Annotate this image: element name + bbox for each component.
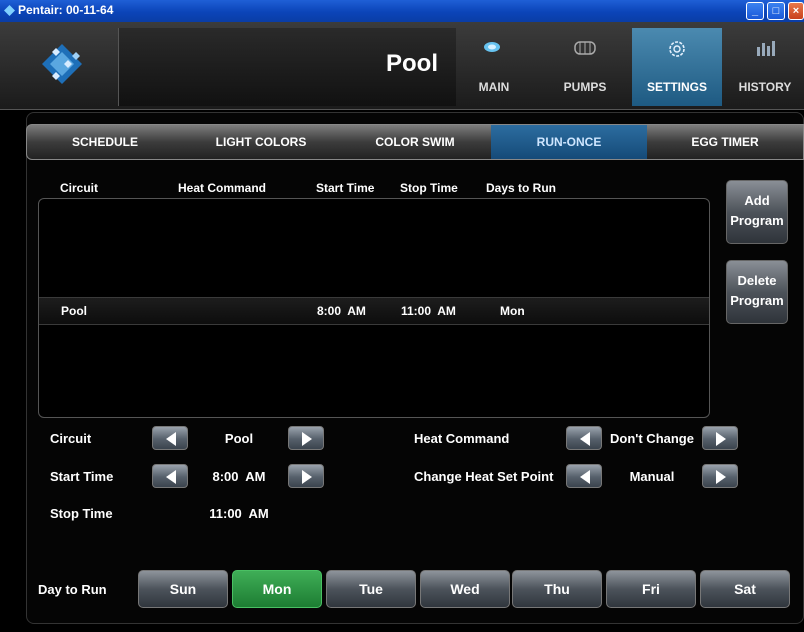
day-button-tue[interactable]: Tue (326, 570, 416, 608)
circuit-label: Circuit (50, 431, 92, 446)
nav-settings-label: SETTINGS (646, 80, 707, 94)
nav-main[interactable]: MAIN (456, 28, 532, 106)
pentair-logo (10, 28, 116, 106)
close-button[interactable]: × (788, 2, 804, 20)
minimize-icon: _ (751, 5, 759, 17)
heat-setpoint-value: Manual (629, 469, 675, 484)
window-title: Pentair: 00-11-64 (18, 3, 114, 17)
arrow-right-icon (302, 432, 312, 446)
maximize-button[interactable]: □ (767, 2, 785, 20)
tab-light-colors[interactable]: LIGHT COLORS (183, 125, 339, 159)
day-button-wed[interactable]: Wed (420, 570, 510, 608)
column-header-stop-time: Stop Time (400, 181, 458, 195)
heat-command-value: Don't Change (610, 431, 694, 446)
app-header: Pool MAIN PUMPS SETTINGS HISTORY (0, 22, 804, 110)
bar-chart-icon (757, 41, 775, 56)
arrow-left-icon (580, 470, 590, 484)
heat-setpoint-label: Change Heat Set Point (414, 469, 554, 484)
row-stop-time: 11:00 AM (401, 304, 456, 318)
tab-run-once[interactable]: RUN-ONCE (491, 125, 647, 159)
start-time-value: 8:00 AM (212, 469, 266, 484)
arrow-left-icon (166, 470, 176, 484)
circuit-value: Pool (224, 431, 254, 446)
heat-command-prev-button[interactable] (566, 426, 602, 450)
arrow-left-icon (580, 432, 590, 446)
delete-program-label-1: Delete (737, 273, 777, 288)
program-list[interactable]: Pool 8:00 AM 11:00 AM Mon (38, 198, 710, 418)
page-title: Pool (386, 50, 438, 77)
nav-history-label: HISTORY (738, 80, 792, 94)
day-to-run-label: Day to Run (38, 582, 107, 597)
arrow-right-icon (716, 432, 726, 446)
add-program-label-2: Program (730, 213, 784, 228)
row-start-time: 8:00 AM (317, 304, 366, 318)
table-row[interactable]: Pool 8:00 AM 11:00 AM Mon (39, 297, 709, 325)
add-program-button[interactable]: Add Program (726, 180, 788, 244)
close-icon: × (792, 5, 800, 17)
gear-icon (669, 41, 685, 57)
nav-main-label: MAIN (478, 80, 510, 94)
nav-pumps-label: PUMPS (563, 80, 607, 94)
page-title-area: Pool (118, 28, 456, 106)
start-time-prev-button[interactable] (152, 464, 188, 488)
add-program-label-1: Add (744, 193, 770, 208)
delete-program-button[interactable]: Delete Program (726, 260, 788, 324)
heat-command-next-button[interactable] (702, 426, 738, 450)
arrow-right-icon (302, 470, 312, 484)
arrow-right-icon (716, 470, 726, 484)
day-button-sun[interactable]: Sun (138, 570, 228, 608)
tab-egg-timer[interactable]: EGG TIMER (647, 125, 803, 159)
start-time-label: Start Time (50, 469, 114, 484)
window-titlebar: Pentair: 00-11-64 _ □ × (0, 0, 804, 22)
delete-program-label-2: Program (730, 293, 784, 308)
minimize-button[interactable]: _ (746, 2, 764, 20)
settings-tabs: SCHEDULE LIGHT COLORS COLOR SWIM RUN-ONC… (26, 124, 804, 160)
column-header-heat-command: Heat Command (178, 181, 267, 195)
nav-settings[interactable]: SETTINGS (632, 28, 722, 106)
circuit-next-button[interactable] (288, 426, 324, 450)
logo-icon (42, 44, 82, 84)
stop-time-value: 11:00 AM (209, 506, 269, 521)
day-button-fri[interactable]: Fri (606, 570, 696, 608)
heat-setpoint-next-button[interactable] (702, 464, 738, 488)
day-button-thu[interactable]: Thu (512, 570, 602, 608)
pump-icon (574, 41, 596, 55)
start-time-next-button[interactable] (288, 464, 324, 488)
tab-color-swim[interactable]: COLOR SWIM (339, 125, 491, 159)
pool-icon (484, 42, 500, 52)
maximize-icon: □ (772, 5, 780, 17)
column-header-start-time: Start Time (316, 181, 375, 195)
stop-time-label: Stop Time (50, 506, 113, 521)
heat-setpoint-prev-button[interactable] (566, 464, 602, 488)
column-header-circuit: Circuit (60, 181, 99, 195)
row-circuit: Pool (61, 304, 87, 318)
day-button-mon[interactable]: Mon (232, 570, 322, 608)
nav-pumps[interactable]: PUMPS (540, 28, 630, 106)
tab-schedule[interactable]: SCHEDULE (27, 125, 183, 159)
column-header-days-to-run: Days to Run (486, 181, 557, 195)
nav-history[interactable]: HISTORY (726, 28, 804, 106)
heat-command-label: Heat Command (414, 431, 510, 446)
day-button-sat[interactable]: Sat (700, 570, 790, 608)
arrow-left-icon (166, 432, 176, 446)
app-icon (4, 5, 15, 16)
row-days: Mon (500, 304, 525, 318)
circuit-prev-button[interactable] (152, 426, 188, 450)
